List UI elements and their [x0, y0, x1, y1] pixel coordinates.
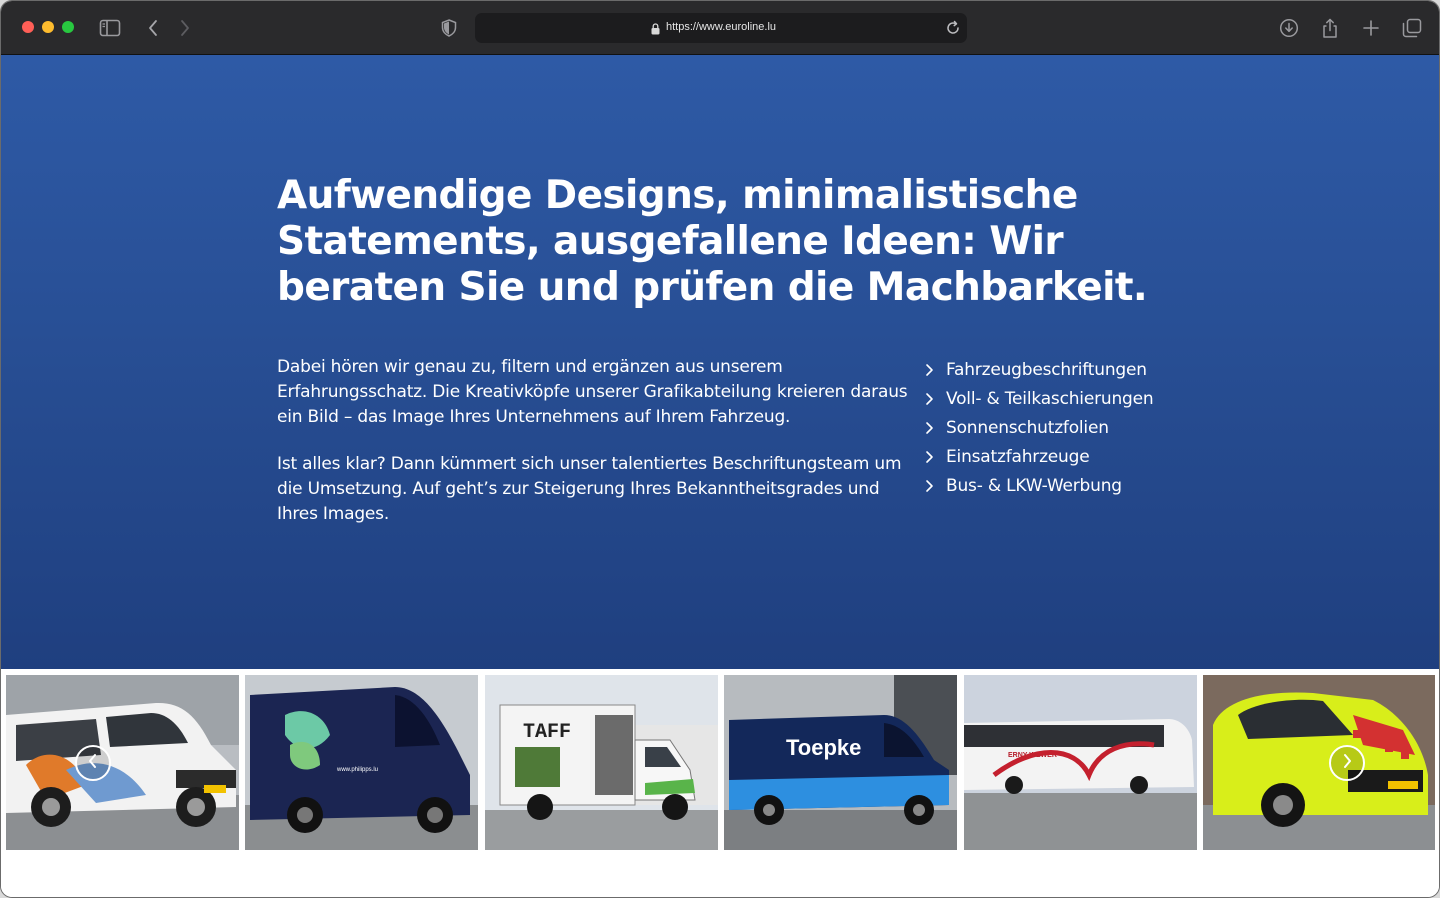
service-link-label: Einsatzfahrzeuge [946, 446, 1090, 467]
gallery-image-van-navy[interactable]: www.philipps.lu [245, 675, 478, 850]
gallery-prev-button[interactable] [75, 745, 111, 781]
service-link-label: Fahrzeugbeschriftungen [946, 359, 1147, 380]
service-link-bus-lkw-werbung[interactable]: Bus- & LKW-Werbung [925, 471, 1153, 500]
truck-caption: TAFF [523, 721, 571, 744]
back-icon[interactable] [140, 15, 166, 41]
url-text: https://www.euroline.lu [665, 21, 777, 33]
hero-paragraph-1: Dabei hören wir genau zu, filtern und er… [277, 357, 908, 427]
forward-icon[interactable] [172, 15, 198, 41]
address-bar[interactable]: https://www.euroline.lu [475, 13, 967, 43]
minimize-window-button[interactable] [42, 21, 54, 33]
gallery-image-van-toepke[interactable]: Toepke [724, 675, 957, 850]
hero-paragraph-2: Ist alles klar? Dann kümmert sich unser … [277, 454, 902, 524]
maximize-window-button[interactable] [62, 21, 74, 33]
van-caption: www.philipps.lu [336, 767, 378, 773]
service-link-fahrzeugbeschriftungen[interactable]: Fahrzeugbeschriftungen [925, 355, 1153, 384]
chevron-right-icon [925, 392, 946, 406]
chevron-right-icon [925, 479, 946, 493]
hero-section: Aufwendige Designs, minimalistische Stat… [1, 55, 1439, 669]
chevron-right-icon [1341, 753, 1353, 774]
service-link-sonnenschutzfolien[interactable]: Sonnenschutzfolien [925, 413, 1153, 442]
chevron-right-icon [925, 363, 946, 377]
chevron-left-icon [87, 753, 99, 774]
shield-icon[interactable] [436, 15, 462, 41]
reload-icon[interactable] [945, 20, 961, 41]
gallery-image-bus[interactable]: ERNY WEWER [964, 675, 1197, 850]
hero-headline: Aufwendige Designs, minimalistische Stat… [277, 173, 1148, 310]
vehicle-gallery: www.philipps.lu TAFF Toepke ERNY WEWER [1, 669, 1439, 897]
tabs-overview-icon[interactable] [1399, 15, 1425, 41]
share-icon[interactable] [1317, 15, 1343, 41]
browser-window: https://www.euroline.lu Aufwendige Desig… [0, 0, 1440, 898]
gallery-image-truck-taff[interactable]: TAFF [485, 675, 718, 850]
sidebar-icon[interactable] [97, 15, 123, 41]
service-link-label: Voll- & Teilkaschierungen [946, 388, 1154, 409]
close-window-button[interactable] [22, 21, 34, 33]
chevron-right-icon [925, 450, 946, 464]
service-link-einsatzfahrzeuge[interactable]: Einsatzfahrzeuge [925, 442, 1153, 471]
service-link-kaschierungen[interactable]: Voll- & Teilkaschierungen [925, 384, 1154, 413]
gallery-next-button[interactable] [1329, 745, 1365, 781]
chevron-right-icon [925, 421, 946, 435]
new-tab-icon[interactable] [1358, 15, 1384, 41]
gallery-image-suv-emergency[interactable] [1203, 675, 1435, 850]
service-link-label: Bus- & LKW-Werbung [946, 475, 1122, 496]
service-link-label: Sonnenschutzfolien [946, 417, 1109, 438]
browser-toolbar: https://www.euroline.lu [1, 1, 1439, 55]
download-icon[interactable] [1276, 15, 1302, 41]
service-links: Fahrzeugbeschriftungen Voll- & Teilkasch… [925, 355, 1154, 500]
van-caption: Toepke [786, 735, 861, 760]
gallery-image-van-white[interactable] [6, 675, 239, 850]
